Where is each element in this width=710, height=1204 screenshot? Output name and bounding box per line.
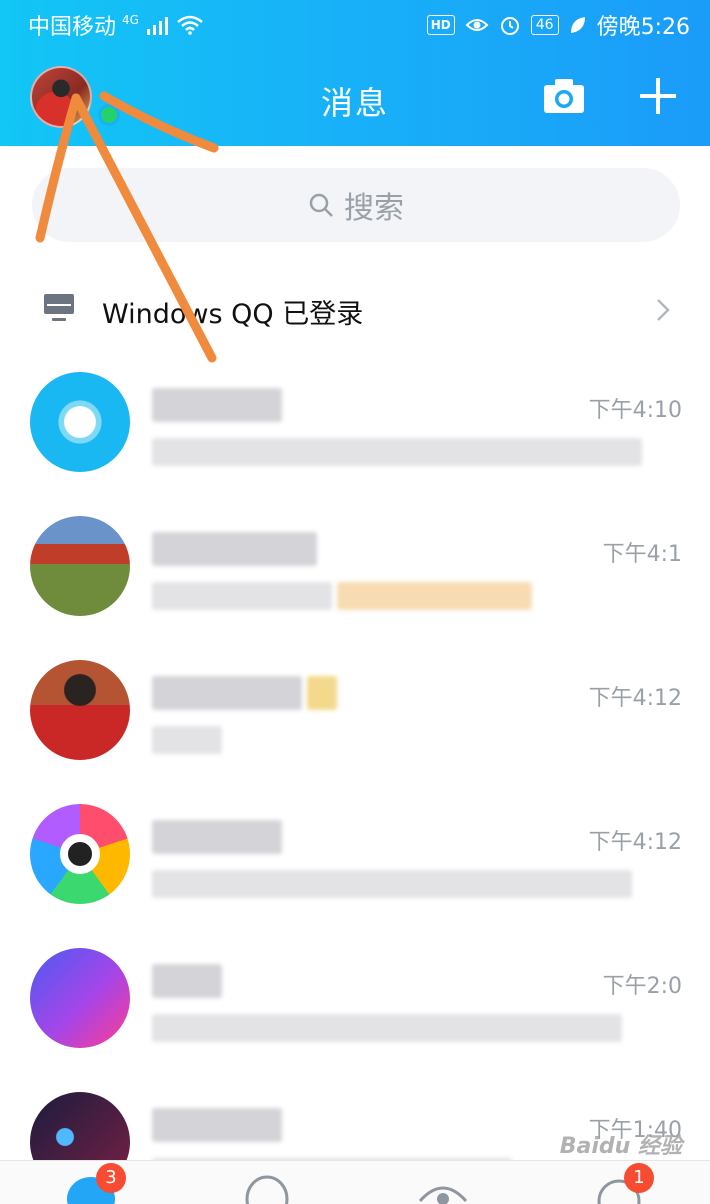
hd-badge: HD: [426, 15, 455, 35]
status-bar: 中国移动 4G HD 46 傍晚5:26: [0, 0, 710, 46]
chat-name-blurred: [152, 388, 572, 422]
chat-preview-blurred: [152, 870, 652, 898]
chat-name-blurred: [152, 532, 572, 566]
computer-icon: [44, 294, 74, 321]
tab-contacts[interactable]: [240, 1171, 294, 1204]
chat-avatar: [30, 660, 130, 760]
chat-avatar: [30, 804, 130, 904]
network-type: 4G: [122, 13, 139, 27]
status-time: 傍晚5:26: [596, 15, 690, 40]
eye-star-icon: [418, 1186, 468, 1204]
chat-row[interactable]: 下午4:1: [0, 496, 710, 640]
chat-row[interactable]: 下午4:12: [0, 640, 710, 784]
search-icon: [309, 193, 333, 217]
chat-row[interactable]: 下午2:0: [0, 928, 710, 1072]
chat-avatar: [30, 948, 130, 1048]
chat-time: 下午4:1: [602, 542, 682, 567]
messages-badge: 3: [96, 1163, 126, 1193]
leaf-icon: [570, 17, 585, 33]
add-button[interactable]: [634, 72, 682, 120]
chat-row[interactable]: 下午4:10: [0, 352, 710, 496]
chat-name-blurred: [152, 964, 572, 998]
signal-icon: [146, 17, 168, 35]
contacts-icon: [245, 1175, 289, 1204]
chat-time: 下午4:10: [588, 398, 682, 423]
tab-messages[interactable]: 3: [64, 1163, 126, 1204]
login-banner-text: Windows QQ 已登录: [102, 299, 364, 330]
chat-time: 下午2:0: [602, 974, 682, 999]
windows-login-banner[interactable]: Windows QQ 已登录: [0, 270, 710, 350]
status-right: HD 46 傍晚5:26: [426, 9, 690, 41]
bottom-tab-bar: 3 1: [0, 1160, 710, 1204]
tab-discover[interactable]: [416, 1171, 470, 1204]
chat-name-blurred: [152, 676, 572, 710]
top-header: 中国移动 4G HD 46 傍晚5:26 消息: [0, 0, 710, 146]
chat-preview-blurred: [152, 1014, 652, 1042]
chat-name-blurred: [152, 1108, 572, 1142]
tab-dynamic[interactable]: 1: [592, 1163, 654, 1204]
chat-avatar: [30, 372, 130, 472]
chat-time: 下午4:12: [588, 830, 682, 855]
chat-avatar: [30, 516, 130, 616]
alarm-icon: [500, 17, 519, 35]
chat-preview-blurred: [152, 726, 652, 754]
eye-icon: [465, 19, 489, 31]
search-placeholder: 搜索: [344, 191, 404, 226]
plus-icon: [640, 78, 676, 114]
battery-indicator: 46: [530, 15, 559, 35]
status-left: 中国移动 4G: [28, 9, 203, 41]
chat-name-blurred: [152, 820, 572, 854]
camera-icon: [544, 79, 584, 113]
chat-preview-blurred: [152, 438, 652, 466]
page-title: 消息: [320, 84, 389, 122]
carrier-label: 中国移动: [28, 15, 117, 40]
chat-preview-blurred: [152, 582, 652, 610]
dynamic-badge: 1: [624, 1163, 654, 1193]
chat-time: 下午4:12: [588, 686, 682, 711]
chat-row[interactable]: 下午4:12: [0, 784, 710, 928]
camera-button[interactable]: [540, 72, 588, 120]
chat-list: 下午4:10 下午4:1 下午4:12 下午4:12 下午2:0 下午1:40: [0, 352, 710, 1204]
search-input[interactable]: 搜索: [32, 168, 680, 242]
watermark: Baidu 经验: [559, 1134, 682, 1159]
wifi-icon: [177, 15, 203, 35]
chevron-right-icon: [657, 299, 670, 321]
